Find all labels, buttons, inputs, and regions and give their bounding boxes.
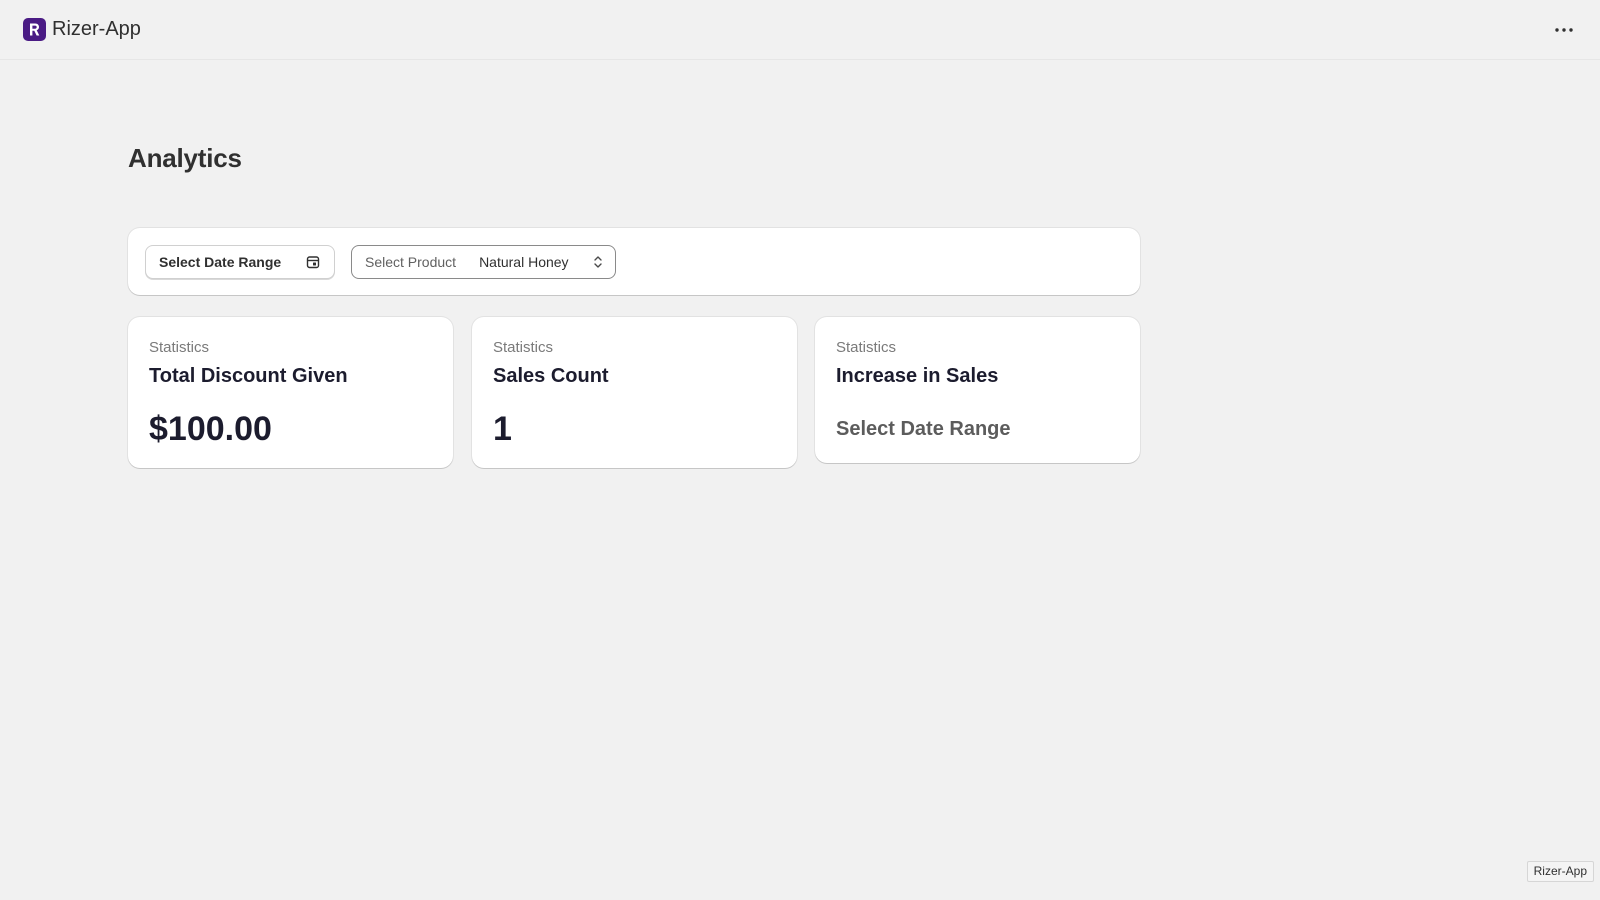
app-name: Rizer-App xyxy=(52,18,141,40)
stat-title: Total Discount Given xyxy=(149,365,348,387)
date-range-button[interactable]: Select Date Range xyxy=(145,244,335,279)
app-name-badge: Rizer-App xyxy=(1526,861,1594,882)
stat-card-total-discount: Statistics Total Discount Given $100.00 xyxy=(128,317,453,468)
product-select-label: Select Product xyxy=(365,253,457,270)
stat-value: $100.00 xyxy=(149,410,272,448)
stat-card-sales-count: Statistics Sales Count 1 xyxy=(472,317,797,468)
stat-kicker: Statistics xyxy=(149,339,210,356)
main-content: Analytics xyxy=(128,143,1140,174)
stat-kicker: Statistics xyxy=(836,339,897,356)
filter-bar: Select Date Range Select Product Natural… xyxy=(128,228,1140,295)
more-options-button[interactable] xyxy=(1550,16,1578,44)
stat-placeholder: Select Date Range xyxy=(836,418,1011,440)
page-title: Analytics xyxy=(128,143,242,173)
stat-kicker: Statistics xyxy=(493,339,554,356)
calendar-icon xyxy=(306,255,320,268)
stat-value: 1 xyxy=(493,410,512,448)
chevron-up-down-icon xyxy=(594,255,602,268)
more-horizontal-icon xyxy=(1555,27,1573,32)
app-brand[interactable]: Rizer-App xyxy=(23,18,141,41)
app-logo-icon xyxy=(23,18,46,41)
stat-card-increase-in-sales: Statistics Increase in Sales Select Date… xyxy=(815,317,1140,463)
product-select-value: Natural Honey xyxy=(479,253,569,270)
top-bar: Rizer-App xyxy=(0,0,1600,60)
stat-title: Sales Count xyxy=(493,365,609,387)
product-select[interactable]: Select Product Natural Honey xyxy=(351,244,616,279)
stat-title: Increase in Sales xyxy=(836,365,999,387)
date-range-label: Select Date Range xyxy=(159,253,282,270)
